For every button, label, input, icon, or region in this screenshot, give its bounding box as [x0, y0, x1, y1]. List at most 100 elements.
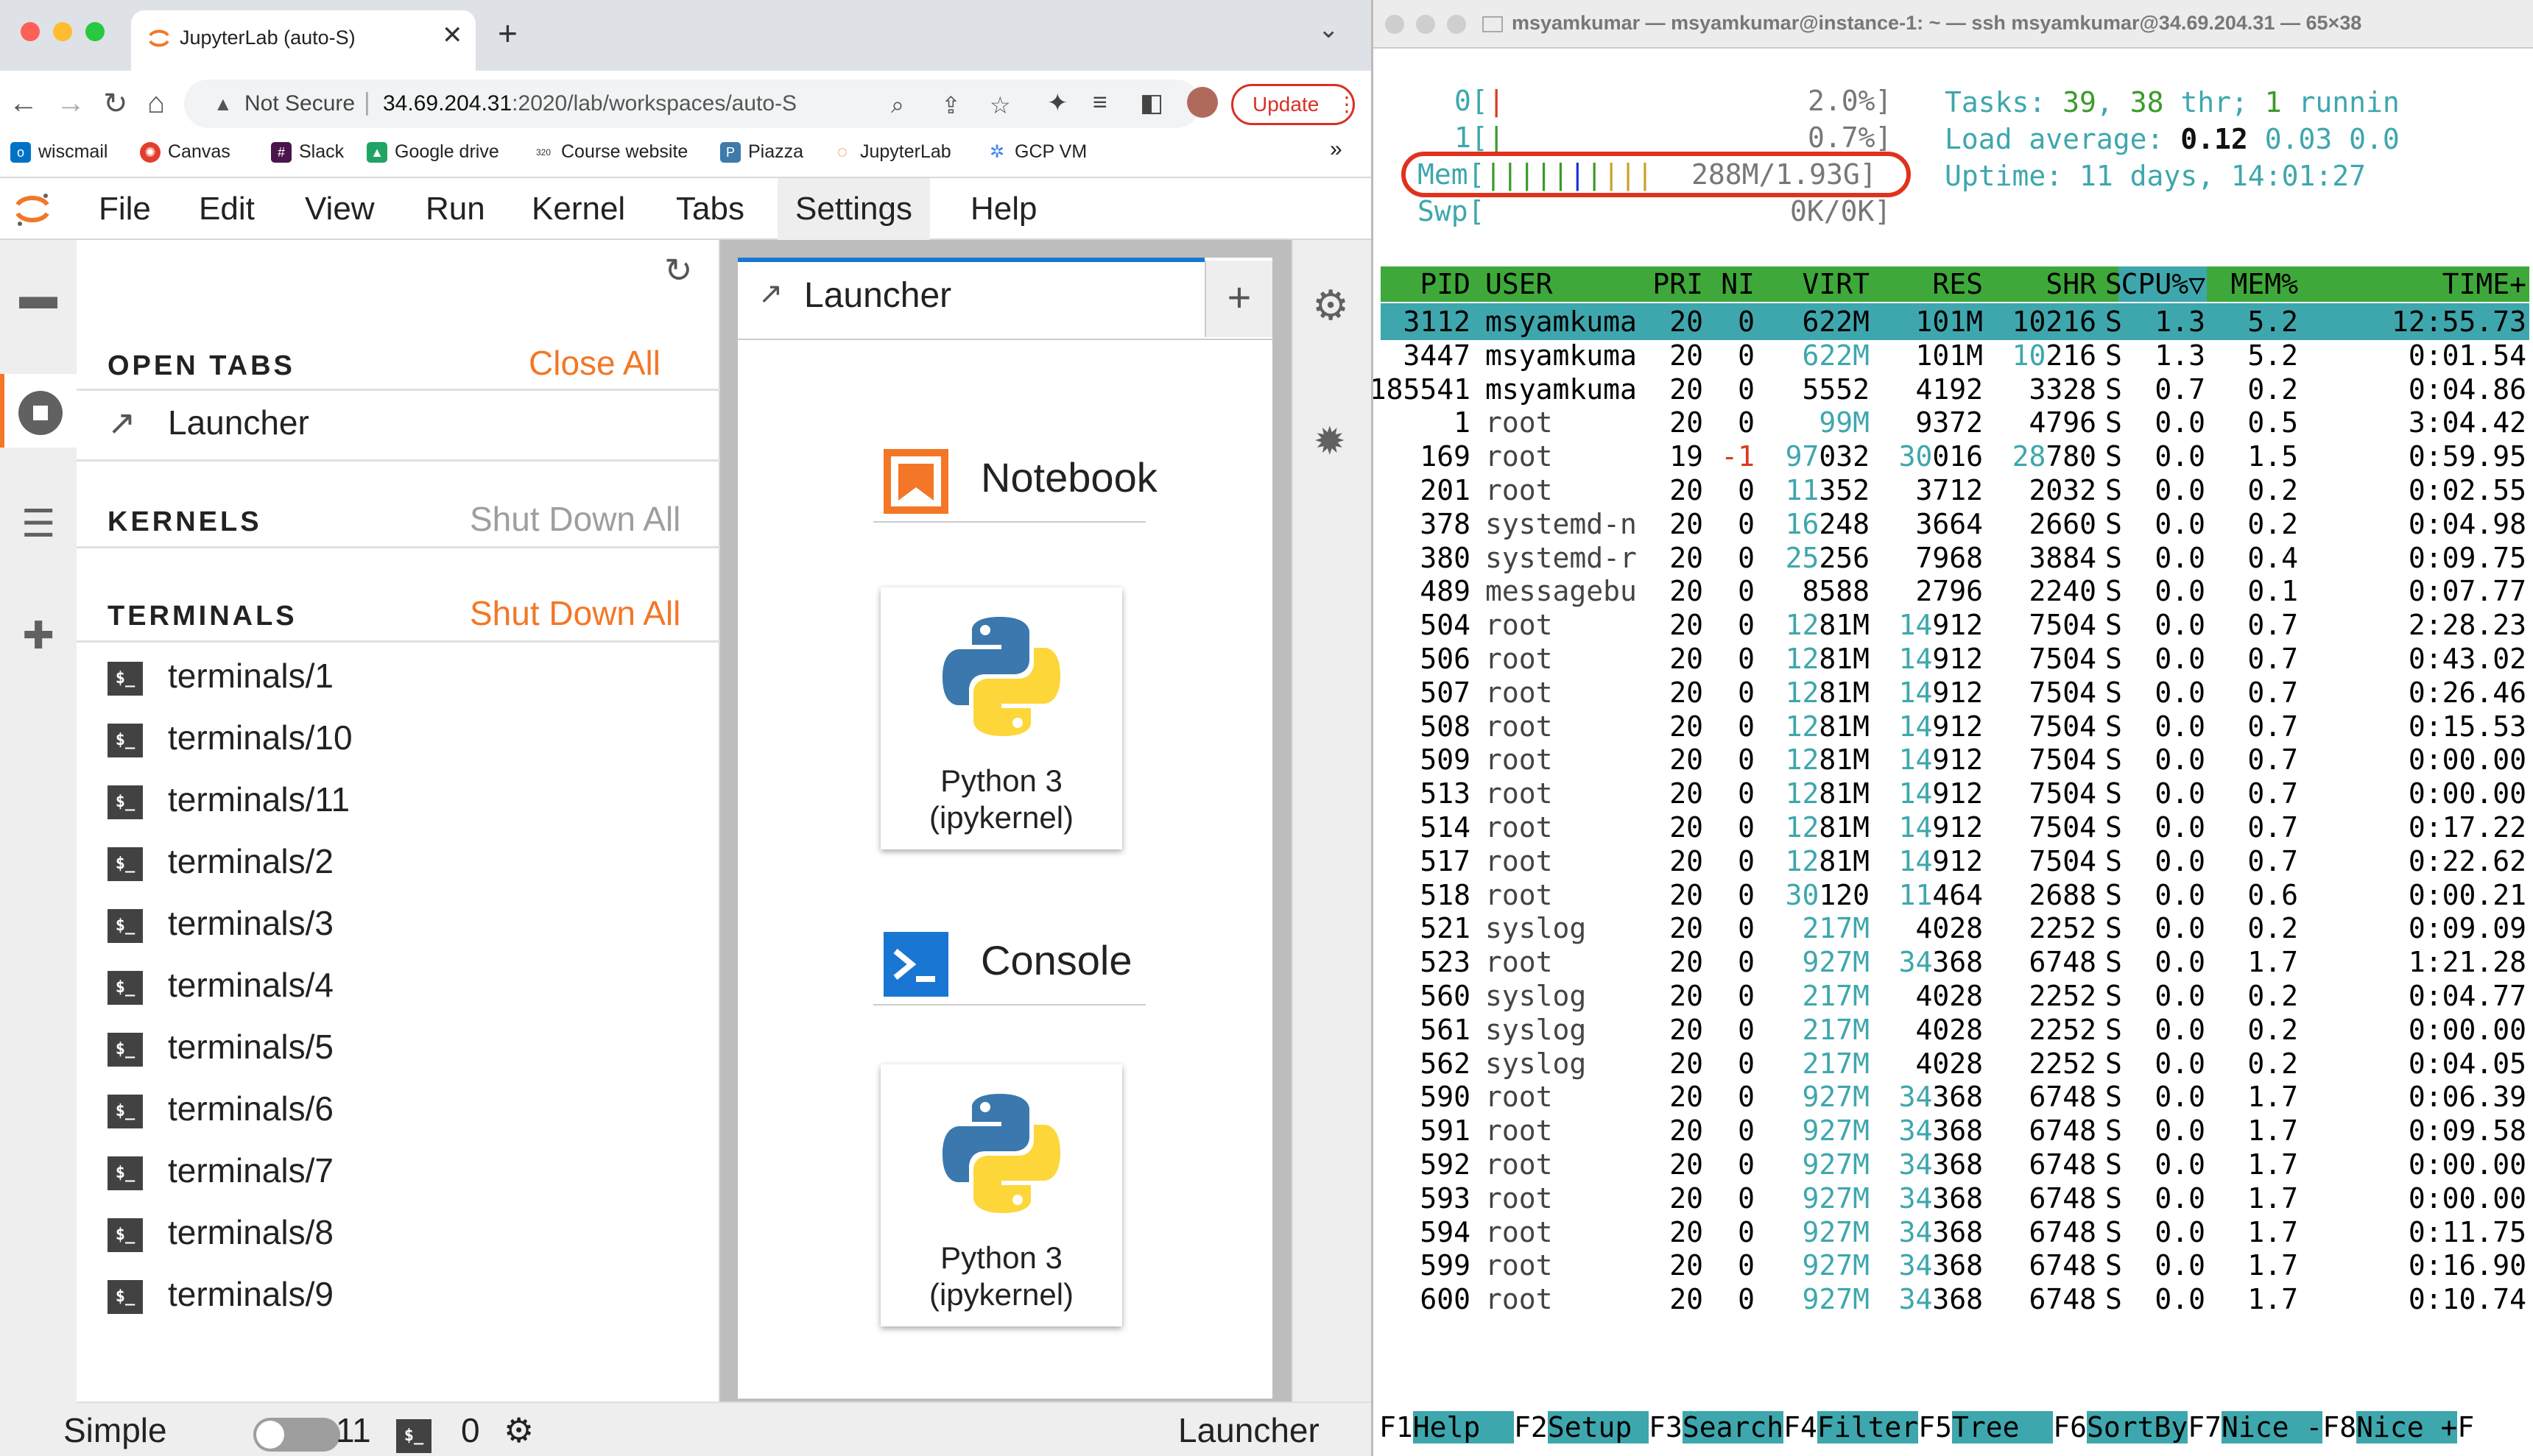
column-header[interactable]: VIRT — [1802, 266, 1870, 302]
process-row[interactable]: 508 root 20 0 1281M 14912 7504 S 0.0 0.7 0:15.53 — [1381, 708, 2529, 745]
terminal-item[interactable]: $_ terminals/10 — [108, 711, 353, 764]
jupyter-logo-icon[interactable] — [13, 190, 52, 228]
column-header[interactable]: SHR — [2046, 266, 2096, 302]
column-header[interactable]: TIME+ — [2442, 266, 2526, 302]
side-panel-icon[interactable]: ◧ — [1140, 88, 1163, 118]
menu-view[interactable]: View — [287, 178, 392, 240]
bookmark-jupyterlab[interactable]: ◌ JupyterLab — [832, 141, 951, 163]
bookmark-gcp-vm[interactable]: ✲ GCP VM — [987, 141, 1087, 163]
process-row[interactable]: 185541 msyamkuma 20 0 5552 4192 3328 S 0.7 0.2 0:0… — [1373, 371, 2529, 408]
column-header[interactable]: S — [2105, 266, 2122, 302]
terminal-item[interactable]: $_ terminals/3 — [108, 897, 334, 950]
terminal-item[interactable]: $_ terminals/11 — [108, 773, 350, 826]
reading-list-icon[interactable]: ≡ — [1093, 88, 1107, 117]
process-row[interactable]: 1 root 20 0 99M 9372 4796 S 0.0 0.5 3:04.42 — [1381, 404, 2529, 441]
bookmark-wiscmail[interactable]: o wiscmail — [10, 141, 108, 163]
process-row[interactable]: 380 systemd-r 20 0 25256 7968 3884 S 0.0 0.4 0:09.… — [1381, 540, 2529, 576]
function-key[interactable]: F7Nice - — [2188, 1411, 2323, 1443]
notebook-python3-card[interactable]: Python 3 (ipykernel) — [881, 587, 1122, 849]
close-window-button[interactable] — [21, 22, 40, 41]
kernel-chip-icon[interactable]: ⚙ — [504, 1410, 534, 1450]
function-key[interactable]: F3Search — [1649, 1411, 1784, 1443]
terminals-shut-down-all-button[interactable]: Shut Down All — [470, 593, 680, 633]
function-key[interactable]: F — [2457, 1411, 2474, 1443]
extensions-puzzle-icon[interactable]: ✦ — [1047, 88, 1068, 118]
terminal-item[interactable]: $_ terminals/1 — [108, 649, 334, 702]
process-row[interactable]: 591 root 20 0 927M 34368 6748 S 0.0 1.7 0:09.58 — [1381, 1112, 2529, 1149]
function-key[interactable]: F6SortBy — [2053, 1411, 2188, 1443]
reload-button[interactable]: ↻ — [103, 87, 128, 121]
process-row[interactable]: 489 messagebu 20 0 8588 2796 2240 S 0.0 0.1 0:07.7… — [1381, 573, 2529, 609]
bookmark-canvas[interactable]: ✺ Canvas — [140, 141, 230, 163]
simple-mode-toggle[interactable] — [253, 1418, 340, 1452]
process-row[interactable]: 600 root 20 0 927M 34368 6748 S 0.0 1.7 0:10.74 — [1381, 1281, 2529, 1318]
bookmark-star-icon[interactable]: ☆ — [990, 91, 1011, 119]
process-row[interactable]: 3447 msyamkuma 20 0 622M 101M 10216 S 1.3 5.2 0:01… — [1381, 337, 2529, 374]
close-tab-icon[interactable]: ✕ — [442, 21, 463, 50]
column-header[interactable]: MEM% — [2230, 266, 2298, 302]
table-of-contents-icon[interactable]: ☰ — [0, 487, 77, 561]
menu-edit[interactable]: Edit — [181, 178, 272, 240]
process-row[interactable]: 593 root 20 0 927M 34368 6748 S 0.0 1.7 0:00.00 — [1381, 1180, 2529, 1217]
function-key[interactable]: F1Help — [1379, 1411, 1515, 1443]
debugger-bug-icon[interactable]: ✹ — [1314, 420, 1346, 464]
zoom-window-button[interactable] — [1447, 15, 1466, 34]
menu-settings[interactable]: Settings — [778, 178, 930, 240]
bookmark-course-website[interactable]: 320 Course website — [533, 141, 688, 163]
menu-help[interactable]: Help — [953, 178, 1055, 240]
zoom-window-button[interactable] — [85, 22, 105, 41]
process-row[interactable]: 521 syslog 20 0 217M 4028 2252 S 0.0 0.2 0:09.09 — [1381, 910, 2529, 947]
property-inspector-gears-icon[interactable]: ⚙ — [1312, 281, 1349, 330]
column-header[interactable]: CPU%▽ — [2121, 266, 2205, 302]
bookmark-piazza[interactable]: P Piazza — [720, 141, 803, 163]
kernels-shut-down-all-button[interactable]: Shut Down All — [470, 499, 680, 539]
menu-run[interactable]: Run — [408, 178, 503, 240]
process-row[interactable]: 504 root 20 0 1281M 14912 7504 S 0.0 0.7 2:28.23 — [1381, 607, 2529, 643]
close-window-button[interactable] — [1385, 15, 1404, 34]
terminal-item[interactable]: $_ terminals/8 — [108, 1206, 334, 1259]
home-button[interactable]: ⌂ — [147, 87, 165, 120]
new-tab-button[interactable]: + — [498, 13, 518, 53]
close-all-button[interactable]: Close All — [529, 343, 660, 383]
function-key[interactable]: F8Nice + — [2322, 1411, 2458, 1443]
add-launcher-button[interactable]: + — [1205, 261, 1272, 337]
process-row[interactable]: 509 root 20 0 1281M 14912 7504 S 0.0 0.7 0:00.00 — [1381, 741, 2529, 778]
not-secure-label[interactable]: Not Secure — [244, 91, 355, 116]
process-row[interactable]: 560 syslog 20 0 217M 4028 2252 S 0.0 0.2 0:04.77 — [1381, 978, 2529, 1014]
back-button[interactable]: ← — [9, 87, 38, 120]
terminal-item[interactable]: $_ terminals/9 — [108, 1268, 334, 1321]
launcher-tab[interactable]: ↗ Launcher — [738, 258, 1205, 339]
process-row[interactable]: 507 root 20 0 1281M 14912 7504 S 0.0 0.7 0:26.46 — [1381, 674, 2529, 711]
terminal-item[interactable]: $_ terminals/5 — [108, 1020, 334, 1073]
menu-tabs[interactable]: Tabs — [658, 178, 762, 240]
extensions-puzzle-icon[interactable]: ✚ — [0, 599, 77, 673]
running-sessions-stop-icon[interactable] — [0, 374, 77, 448]
process-row[interactable]: 562 syslog 20 0 217M 4028 2252 S 0.0 0.2 0:04.05 — [1381, 1045, 2529, 1082]
menu-kernel[interactable]: Kernel — [514, 178, 643, 240]
url-text[interactable]: 34.69.204.31:2020/lab/workspaces/auto-S — [383, 91, 797, 116]
process-row[interactable]: 378 systemd-n 20 0 16248 3664 2660 S 0.0 0.2 0:04.… — [1381, 506, 2529, 543]
zoom-icon[interactable]: ⌕ — [891, 91, 904, 119]
process-row[interactable]: 513 root 20 0 1281M 14912 7504 S 0.0 0.7 0:00.00 — [1381, 775, 2529, 812]
terminal-status-icon[interactable]: $_ — [396, 1413, 431, 1453]
file-browser-folder-icon[interactable]: ▬ — [0, 259, 77, 333]
update-button[interactable]: Update ⋮ — [1231, 84, 1357, 125]
function-key[interactable]: F5Tree — [1918, 1411, 2054, 1443]
process-row[interactable]: 590 root 20 0 927M 34368 6748 S 0.0 1.7 0:06.39 — [1381, 1078, 2529, 1115]
console-python3-card[interactable]: Python 3 (ipykernel) — [881, 1064, 1122, 1326]
refresh-icon[interactable]: ↻ — [664, 250, 693, 290]
profile-avatar[interactable] — [1187, 87, 1218, 118]
process-row[interactable]: 594 root 20 0 927M 34368 6748 S 0.0 1.7 0:11.75 — [1381, 1214, 2529, 1251]
column-header[interactable]: NI — [1721, 266, 1755, 302]
column-header[interactable]: PID — [1420, 266, 1470, 302]
function-key[interactable]: F2Setup — [1514, 1411, 1649, 1443]
terminal-item[interactable]: $_ terminals/6 — [108, 1082, 334, 1135]
function-key[interactable]: F4Filter — [1783, 1411, 1919, 1443]
process-row[interactable]: 506 root 20 0 1281M 14912 7504 S 0.0 0.7 0:43.02 — [1381, 640, 2529, 677]
process-row[interactable]: 599 root 20 0 927M 34368 6748 S 0.0 1.7 0:16.90 — [1381, 1247, 2529, 1284]
process-row[interactable]: 523 root 20 0 927M 34368 6748 S 0.0 1.7 1:21.28 — [1381, 944, 2529, 980]
process-row[interactable]: 169 root 19 -1 97032 30016 28780 S 0.0 1.5 0:59.95 — [1381, 438, 2529, 475]
browser-tab[interactable]: JupyterLab (auto-S) ✕ — [131, 10, 476, 71]
minimize-window-button[interactable] — [1416, 15, 1435, 34]
terminal-item[interactable]: $_ terminals/4 — [108, 958, 334, 1011]
